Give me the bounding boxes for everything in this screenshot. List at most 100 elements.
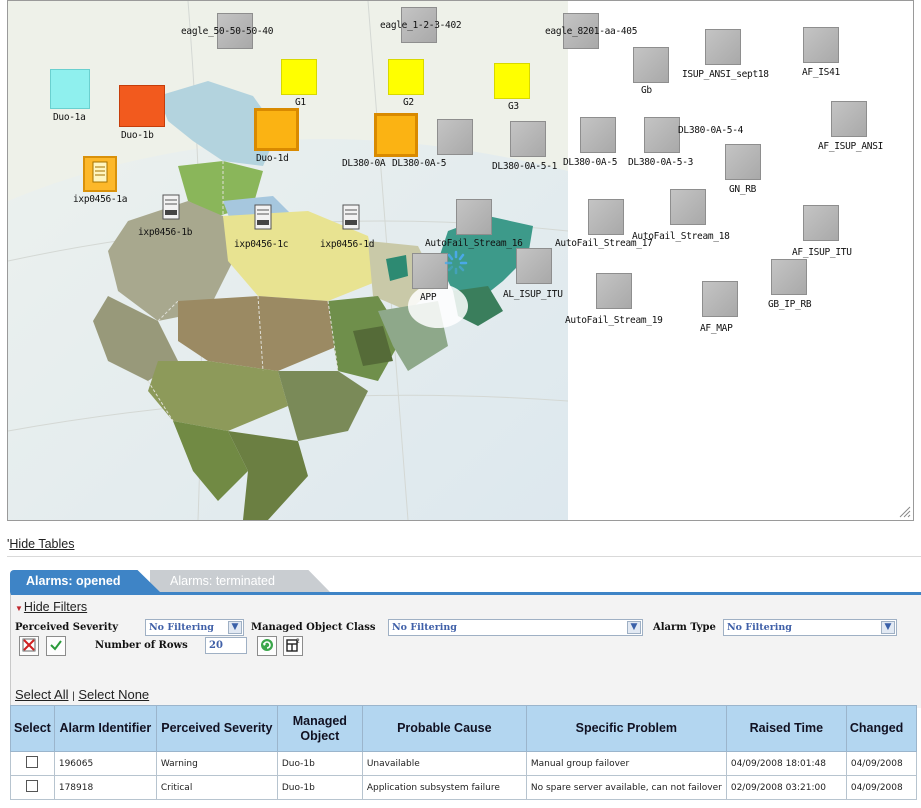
loading-spinner-icon (444, 250, 468, 275)
node-label: G2 (403, 97, 414, 108)
collapse-triangle-icon: ▼ (15, 604, 23, 613)
node-gb-ip-rb-icon[interactable] (771, 259, 807, 295)
node-label: eagle_1-2-3-402 (380, 20, 462, 31)
node-isup-ansi-sept18-icon[interactable] (705, 29, 741, 65)
column-header-select[interactable]: Select (10, 705, 55, 752)
divider (7, 556, 921, 557)
node-af-isup-ansi-icon[interactable] (831, 101, 867, 137)
alarms-table: Select Alarm Identifier Perceived Severi… (10, 705, 917, 800)
node-label: DL380-0A-5 (563, 157, 618, 168)
raised-time-cell: 02/09/2008 03:21:00 (725, 775, 847, 800)
node-autofail-stream-18-icon[interactable] (670, 189, 706, 225)
node-af-is41-icon[interactable] (803, 27, 839, 63)
column-header-perceived-severity[interactable]: Perceived Severity (155, 705, 278, 752)
node-label: G1 (295, 97, 306, 108)
perceived-severity-select[interactable]: No Filtering ▼ (145, 619, 244, 636)
node-label: ixp0456-1d (320, 239, 375, 250)
alarm-type-select[interactable]: No Filtering ▼ (723, 619, 897, 636)
managed-object-class-label: Managed Object Class (251, 622, 376, 633)
severity-cell: Warning (155, 751, 278, 776)
column-header-changed[interactable]: Changed (845, 705, 917, 752)
node-g2-icon[interactable] (388, 59, 424, 95)
alarm-id-cell: 196065 (53, 751, 157, 776)
export-table-icon: 2 (286, 638, 300, 652)
node-g1-icon[interactable] (281, 59, 317, 95)
tab-alarms-opened[interactable]: Alarms: opened (10, 570, 160, 592)
table-row[interactable]: 178918 Critical Duo-1b Application subsy… (10, 775, 917, 800)
column-header-probable-cause[interactable]: Probable Cause (361, 705, 527, 752)
node-duo-1a-icon[interactable] (50, 69, 90, 109)
node-label: APP (420, 292, 437, 303)
node-duo-1b-icon[interactable] (119, 85, 165, 127)
node-label: AutoFail_Stream_19 (565, 315, 663, 326)
alarm-type-label: Alarm Type (653, 622, 716, 633)
node-label: AL_ISUP_ITU (503, 289, 563, 300)
row-select-cell (10, 775, 55, 800)
network-map-panel[interactable]: eagle_50-50-50-40 eagle_1-2-3-402 eagle_… (7, 0, 914, 521)
row-select-cell (10, 751, 55, 776)
select-all-link[interactable]: Select All (15, 687, 68, 702)
perceived-severity-label: Perceived Severity (15, 622, 119, 633)
node-dl380-0a-5-1-icon[interactable] (510, 121, 546, 157)
number-of-rows-input[interactable]: 20 (205, 637, 247, 654)
node-autofail-stream-19-icon[interactable] (596, 273, 632, 309)
node-dl380-0a-icon[interactable] (374, 113, 418, 157)
column-header-alarm-identifier[interactable]: Alarm Identifier (53, 705, 157, 752)
export-button[interactable]: 2 (283, 636, 303, 656)
hide-filters-label: Hide Filters (23, 600, 88, 614)
raised-time-cell: 04/09/2008 18:01:48 (725, 751, 847, 776)
node-gn-rb-icon[interactable] (725, 144, 761, 180)
column-header-managed-object[interactable]: Managed Object (276, 705, 363, 752)
severity-cell: Critical (155, 775, 278, 800)
node-af-map-icon[interactable] (702, 281, 738, 317)
specific-problem-cell: No spare server available, can not failo… (525, 775, 727, 800)
node-label: AutoFail_Stream_18 (632, 231, 730, 242)
node-label: DL380-0A-5-3 (628, 157, 694, 168)
node-autofail-stream-17-icon[interactable] (588, 199, 624, 235)
tab-alarms-terminated[interactable]: Alarms: terminated (150, 570, 330, 592)
table-row[interactable]: 196065 Warning Duo-1b Unavailable Manual… (10, 751, 917, 776)
node-ixp0456-1b-server-icon[interactable] (161, 194, 181, 224)
node-ixp0456-1d-server-icon[interactable] (341, 204, 361, 234)
node-autofail-stream-16-icon[interactable] (456, 199, 492, 235)
column-header-raised-time[interactable]: Raised Time (725, 705, 847, 752)
probable-cause-cell: Application subsystem failure (361, 775, 527, 800)
managed-object-cell: Duo-1b (276, 775, 363, 800)
managed-object-class-select[interactable]: No Filtering ▼ (388, 619, 643, 636)
chevron-down-icon: ▼ (228, 621, 242, 634)
node-label: Duo-1a (53, 112, 86, 123)
svg-text:2: 2 (296, 638, 300, 645)
refresh-button[interactable] (257, 636, 277, 656)
node-label: ixp0456-1a (73, 194, 128, 205)
clear-filters-button[interactable] (19, 636, 39, 656)
node-label: AF_MAP (700, 323, 733, 334)
node-al-isup-itu-icon[interactable] (516, 248, 552, 284)
node-dl380-0a-5-b-icon[interactable] (580, 117, 616, 153)
node-af-isup-itu-icon[interactable] (803, 205, 839, 241)
column-header-specific-problem[interactable]: Specific Problem (525, 705, 727, 752)
node-ixp0456-1a-icon[interactable] (83, 156, 117, 192)
apply-filters-button[interactable] (46, 636, 66, 656)
node-label: AF_ISUP_ITU (792, 247, 852, 258)
hide-tables-link[interactable]: 'Hide Tables (7, 537, 74, 551)
clear-filter-icon (22, 638, 36, 652)
chevron-down-icon: ▼ (881, 621, 895, 634)
node-label: G3 (508, 101, 519, 112)
node-label: GN_RB (729, 184, 757, 195)
select-links: Select All | Select None (15, 687, 149, 702)
row-checkbox[interactable] (26, 780, 39, 792)
row-checkbox[interactable] (26, 756, 39, 768)
node-dl380-0a-5-3-icon[interactable] (644, 117, 680, 153)
node-label: eagle_50-50-50-40 (181, 26, 274, 37)
node-g3-icon[interactable] (494, 63, 530, 99)
perceived-severity-value: No Filtering (149, 622, 214, 633)
hide-filters-link[interactable]: ▼Hide Filters (15, 600, 87, 614)
node-duo-1d-icon[interactable] (254, 108, 299, 151)
node-dl380-0a-5-icon[interactable] (437, 119, 473, 155)
resize-grip-icon[interactable] (897, 504, 911, 518)
node-gb-icon[interactable] (633, 47, 669, 83)
node-label: DL380-0A-5-4 (678, 125, 744, 136)
select-none-link[interactable]: Select None (78, 687, 149, 702)
chevron-down-icon: ▼ (627, 621, 641, 634)
node-ixp0456-1c-server-icon[interactable] (253, 204, 273, 234)
